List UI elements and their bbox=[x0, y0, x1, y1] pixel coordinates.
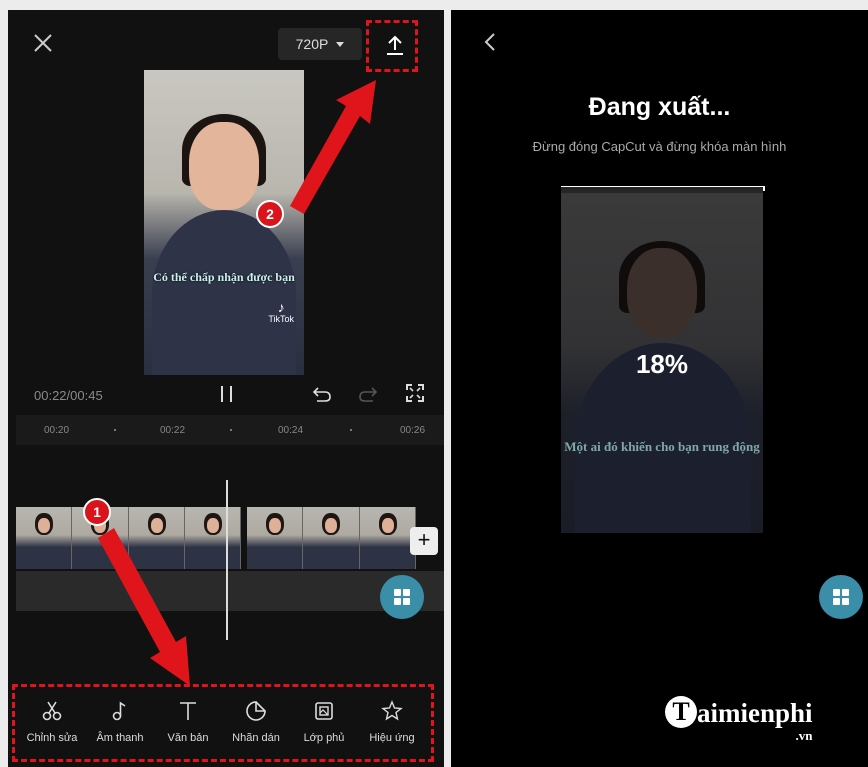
timecode: 00:22/00:45 bbox=[34, 388, 103, 403]
close-icon[interactable] bbox=[32, 32, 54, 54]
export-preview-caption: Một ai đó khiến cho bạn rung động bbox=[564, 439, 760, 454]
playhead[interactable] bbox=[226, 480, 228, 640]
undo-icon[interactable] bbox=[312, 384, 332, 404]
brand-logo-icon: T bbox=[665, 696, 697, 728]
clip-thumbnail bbox=[16, 507, 73, 569]
brand-name: aimienphi bbox=[697, 698, 813, 728]
caret-down-icon bbox=[336, 41, 345, 47]
timeline-ruler[interactable]: 00:20 00:22 00:24 00:26 bbox=[16, 415, 444, 445]
toolbar-highlight-box bbox=[12, 684, 434, 762]
export-subtitle: Đừng đóng CapCut và đừng khóa màn hình bbox=[532, 139, 787, 154]
ruler-tick: 00:24 bbox=[278, 425, 304, 436]
person-face bbox=[189, 122, 259, 210]
add-clip-button[interactable]: + bbox=[410, 527, 438, 555]
menu-fab-button[interactable] bbox=[819, 575, 863, 619]
grid-icon bbox=[394, 589, 401, 596]
export-title: Đang xuất... bbox=[588, 93, 731, 121]
clip-thumbnail bbox=[184, 507, 242, 569]
brand-suffix: .vn bbox=[795, 728, 813, 743]
person-figure bbox=[152, 210, 296, 375]
clip-thumbnail bbox=[128, 507, 185, 569]
tiktok-watermark: ♪ TikTok bbox=[268, 300, 294, 324]
tiktok-logo-icon: ♪ bbox=[277, 299, 285, 315]
step-badge-1: 1 bbox=[83, 498, 111, 526]
grid-icon bbox=[833, 589, 840, 596]
export-screen: Đang xuất... Đừng đóng CapCut và đừng kh… bbox=[451, 10, 868, 767]
pause-icon[interactable] bbox=[220, 385, 234, 403]
menu-fab-button[interactable] bbox=[380, 575, 424, 619]
export-highlight-box bbox=[366, 20, 418, 72]
back-chevron-icon[interactable] bbox=[483, 32, 497, 52]
ruler-tick: 00:26 bbox=[400, 425, 426, 436]
video-clip-track[interactable] bbox=[16, 507, 417, 569]
ruler-dot bbox=[230, 429, 232, 431]
person-face bbox=[627, 248, 697, 338]
redo-icon[interactable] bbox=[358, 384, 378, 404]
timeline-tracks: + bbox=[16, 445, 444, 645]
clip-thumbnail bbox=[303, 507, 360, 569]
fullscreen-icon[interactable] bbox=[406, 384, 424, 402]
ruler-tick: 00:22 bbox=[160, 425, 186, 436]
export-preview: Một ai đó khiến cho bạn rung động 18% bbox=[561, 187, 763, 533]
preview-caption: Có thể chấp nhận được bạn bbox=[153, 270, 295, 284]
resolution-label: 720P bbox=[295, 36, 329, 52]
ruler-tick: 00:20 bbox=[44, 425, 70, 436]
tiktok-watermark-label: TikTok bbox=[268, 314, 294, 324]
ruler-dot bbox=[350, 429, 352, 431]
clip-thumbnail bbox=[247, 507, 304, 569]
step-badge-2: 2 bbox=[256, 200, 284, 228]
ruler-dot bbox=[114, 429, 116, 431]
clip-thumbnail bbox=[359, 507, 417, 569]
resolution-dropdown[interactable]: 720P bbox=[278, 28, 362, 60]
editor-screen: 720P Có thể chấp nhận được bạn ♪ TikTok … bbox=[8, 10, 444, 767]
brand-watermark: T aimienphi .vn bbox=[665, 696, 813, 743]
export-progress-percent: 18% bbox=[635, 349, 689, 379]
